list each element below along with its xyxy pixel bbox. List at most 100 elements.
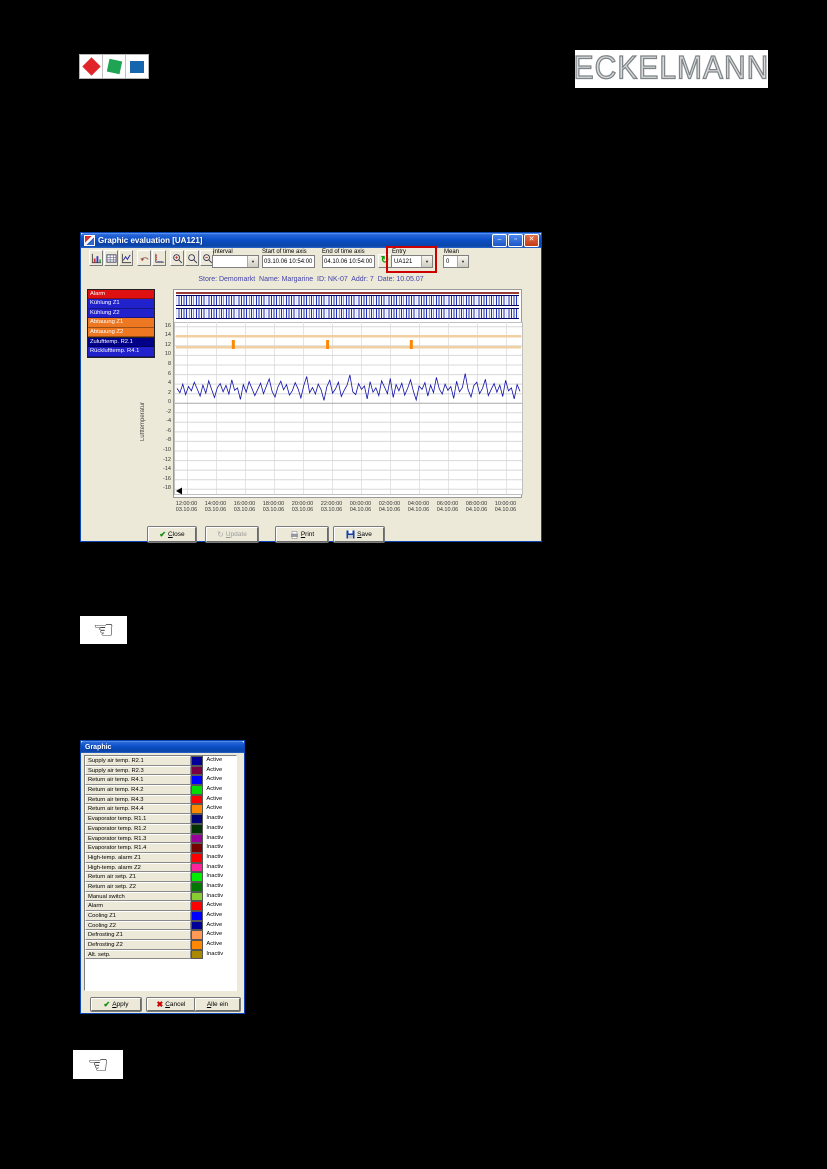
signal-label-button[interactable]: Return air setp. Z2 <box>85 882 191 892</box>
signal-label-button[interactable]: Cooling Z1 <box>85 911 191 921</box>
signal-label-button[interactable]: High-temp. alarm Z2 <box>85 863 191 873</box>
company-logo <box>79 54 149 79</box>
signal-color-swatch[interactable] <box>191 834 204 844</box>
chevron-down-icon[interactable]: ▼ <box>457 256 468 267</box>
signal-label-button[interactable]: Alt. setp. <box>85 950 191 960</box>
signal-label-button[interactable]: High-temp. alarm Z1 <box>85 853 191 863</box>
print-button[interactable]: Print <box>276 527 328 542</box>
chevron-down-icon[interactable]: ▼ <box>421 256 432 267</box>
axis-button[interactable] <box>152 250 166 266</box>
legend-item: Alarm <box>88 290 154 299</box>
cancel-button[interactable]: ✖Cancel <box>147 998 195 1011</box>
signal-label-button[interactable]: Cooling Z2 <box>85 921 191 931</box>
event-legend: AlarmKühlung Z1Kühlung Z2Abtauung Z1Abta… <box>87 289 155 338</box>
signal-label-button[interactable]: Return air setp. Z1 <box>85 872 191 882</box>
x-tick-label: 00:00:0004.10.06 <box>346 501 376 513</box>
legend-item: Zulufttemp. R2.1 <box>88 338 154 347</box>
signal-color-swatch[interactable] <box>191 872 204 882</box>
y-tick-label: 2 <box>151 390 171 396</box>
signal-label-button[interactable]: Evaporator temp. R1.4 <box>85 843 191 853</box>
signal-color-swatch[interactable] <box>191 785 204 795</box>
signal-list: Supply air temp. R2.1 Active Supply air te… <box>85 756 236 959</box>
signal-status: Inactiv <box>203 863 236 873</box>
eckelmann-logo-text: ECKELMANN <box>574 51 770 88</box>
mean-select[interactable]: 0 ▼ <box>443 255 469 268</box>
signal-label-button[interactable]: Defrosting Z1 <box>85 930 191 940</box>
bar-chart-button[interactable] <box>89 250 103 266</box>
x-tick-label: 16:00:0003.10.06 <box>230 501 260 513</box>
legend-item: Abtauung Z2 <box>88 328 154 337</box>
y-tick-label: -2 <box>151 409 171 415</box>
signal-label-button[interactable]: Return air temp. R4.3 <box>85 795 191 805</box>
interval-select[interactable]: ▼ <box>212 255 259 268</box>
signal-color-swatch[interactable] <box>191 921 204 931</box>
pointing-hand-icon: ☜ <box>93 618 115 642</box>
close-icon[interactable]: ✕ <box>524 234 539 247</box>
signal-label-button[interactable]: Supply air temp. R2.1 <box>85 756 191 766</box>
signal-label-button[interactable]: Return air temp. R4.2 <box>85 785 191 795</box>
signal-color-swatch[interactable] <box>191 950 204 960</box>
signal-color-swatch[interactable] <box>191 804 204 814</box>
logo-cell <box>126 55 148 78</box>
signal-color-swatch[interactable] <box>191 756 204 766</box>
chart-plot-area[interactable] <box>173 289 522 498</box>
signal-status: Active <box>203 766 236 776</box>
window-titlebar[interactable]: Graphic evaluation [UA121] – ▫ ✕ <box>81 233 541 248</box>
signal-label-button[interactable]: Manual switch <box>85 892 191 902</box>
signal-color-swatch[interactable] <box>191 824 204 834</box>
apply-button[interactable]: ✔Apply <box>91 998 141 1011</box>
signal-label-button[interactable]: Return air temp. R4.4 <box>85 804 191 814</box>
signal-color-swatch[interactable] <box>191 795 204 805</box>
signal-color-swatch[interactable] <box>191 863 204 873</box>
signal-label-button[interactable]: Supply air temp. R2.3 <box>85 766 191 776</box>
update-button[interactable]: ↻Update <box>206 527 258 542</box>
zoom-button[interactable] <box>185 250 199 266</box>
undo-button[interactable] <box>137 250 151 266</box>
signal-label-button[interactable]: Return air temp. R4.1 <box>85 775 191 785</box>
window-title: Graphic <box>83 744 242 751</box>
signal-color-swatch[interactable] <box>191 882 204 892</box>
signal-label-button[interactable]: Alarm <box>85 901 191 911</box>
signal-row: High-temp. alarm Z1Inactiv <box>85 853 236 863</box>
maximize-button[interactable]: ▫ <box>508 234 523 247</box>
legend-item: Abtauung Z1 <box>88 318 154 327</box>
alle-ein-button[interactable]: Alle ein <box>195 998 240 1011</box>
end-time-input[interactable]: 04.10.06 10:54:00 <box>322 255 375 268</box>
x-tick-label: 06:00:0004.10.06 <box>433 501 463 513</box>
start-time-input[interactable]: 03.10.06 10:54:00 <box>262 255 315 268</box>
line-chart-button[interactable] <box>119 250 133 266</box>
signal-label-button[interactable]: Evaporator temp. R1.3 <box>85 834 191 844</box>
signal-label-button[interactable]: Evaporator temp. R1.2 <box>85 824 191 834</box>
refresh-button[interactable]: ↻ <box>378 254 392 268</box>
entry-select[interactable]: UA121 ▼ <box>391 255 433 268</box>
signal-status: Active <box>203 795 236 805</box>
signal-color-swatch[interactable] <box>191 814 204 824</box>
save-button[interactable]: Save <box>334 527 384 542</box>
signal-color-swatch[interactable] <box>191 940 204 950</box>
x-tick-label: 08:00:0004.10.06 <box>462 501 492 513</box>
y-tick-label: -14 <box>151 466 171 472</box>
pointing-hand-icon: ☜ <box>87 1053 109 1077</box>
chevron-down-icon[interactable]: ▼ <box>247 256 258 267</box>
signal-color-swatch[interactable] <box>191 853 204 863</box>
signal-color-swatch[interactable] <box>191 766 204 776</box>
x-tick-label: 12:00:0003.10.06 <box>172 501 202 513</box>
window-titlebar[interactable]: Graphic <box>81 741 244 753</box>
legend-item: Kühlung Z2 <box>88 309 154 318</box>
zoom-in-button[interactable] <box>170 250 184 266</box>
signal-color-swatch[interactable] <box>191 775 204 785</box>
minimize-button[interactable]: – <box>492 234 507 247</box>
signal-color-swatch[interactable] <box>191 911 204 921</box>
signal-color-swatch[interactable] <box>191 892 204 902</box>
signal-label-button[interactable]: Defrosting Z2 <box>85 940 191 950</box>
signal-row: Cooling Z2Active <box>85 921 236 931</box>
signal-color-swatch[interactable] <box>191 843 204 853</box>
x-tick-label: 04:00:0004.10.06 <box>404 501 434 513</box>
table-button[interactable] <box>104 250 118 266</box>
signal-row: High-temp. alarm Z2 Inactiv <box>85 863 236 873</box>
signal-color-swatch[interactable] <box>191 930 204 940</box>
signal-label-button[interactable]: Evaporator temp. R1.1 <box>85 814 191 824</box>
logo-cell <box>80 55 103 78</box>
signal-color-swatch[interactable] <box>191 901 204 911</box>
close-button[interactable]: ✔Close <box>148 527 196 542</box>
